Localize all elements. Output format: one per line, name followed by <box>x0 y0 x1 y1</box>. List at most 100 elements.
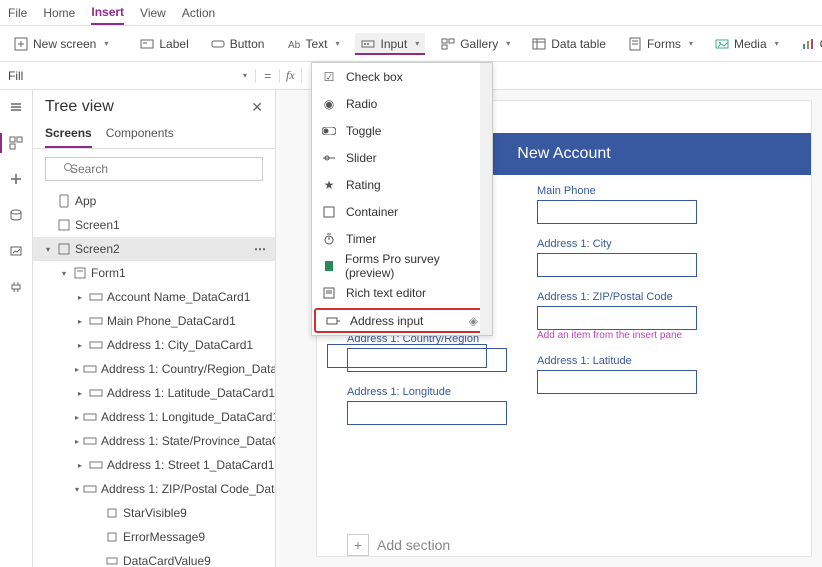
diamond-icon: ◈ <box>469 314 478 328</box>
tree-sub[interactable]: ▸StarVisible9 <box>33 501 275 525</box>
forms-icon <box>628 37 642 51</box>
dropdown-richtext[interactable]: Rich text editor <box>312 279 492 306</box>
rail-advanced-icon[interactable] <box>7 278 25 296</box>
tree-panel: Tree view ✕ Screens Components ▸App ▸Scr… <box>33 90 276 567</box>
container-icon <box>322 206 336 218</box>
search-icon <box>63 162 75 174</box>
dropdown-toggle[interactable]: Toggle <box>312 117 492 144</box>
fx-label: fx <box>280 68 302 83</box>
tree-screen1[interactable]: ▸Screen1 <box>33 213 275 237</box>
menu-file[interactable]: File <box>8 2 27 24</box>
rail-hamburger-icon[interactable] <box>7 98 25 116</box>
menu-home[interactable]: Home <box>43 2 75 24</box>
plus-icon: + <box>347 534 369 556</box>
dropdown-rating[interactable]: ★Rating <box>312 171 492 198</box>
input-button[interactable]: Input <box>355 33 425 55</box>
menu-insert[interactable]: Insert <box>91 1 124 25</box>
tree-card[interactable]: ▸Main Phone_DataCard1 <box>33 309 275 333</box>
search-input[interactable] <box>45 157 263 181</box>
gallery-button[interactable]: Gallery <box>435 33 516 55</box>
datatable-icon <box>532 37 546 51</box>
rail-insert-icon[interactable] <box>7 170 25 188</box>
field-input[interactable] <box>327 344 487 368</box>
radio-icon: ◉ <box>322 97 336 111</box>
dropdown-slider[interactable]: Slider <box>312 144 492 171</box>
label-button[interactable]: Label <box>134 33 194 55</box>
close-icon[interactable]: ✕ <box>251 99 263 116</box>
toggle-icon <box>322 127 336 135</box>
datatable-button[interactable]: Data table <box>526 33 612 55</box>
toolbar: New screen Label Button Abc Text Input G… <box>0 26 822 62</box>
timer-icon <box>322 233 336 245</box>
field-input[interactable] <box>537 253 697 277</box>
new-screen-button[interactable]: New screen <box>8 33 114 55</box>
slider-icon <box>322 154 336 162</box>
tree-card[interactable]: ▾Address 1: ZIP/Postal Code_DataCard1 <box>33 477 275 501</box>
tree-card[interactable]: ▸Address 1: Longitude_DataCard1 <box>33 405 275 429</box>
button-button[interactable]: Button <box>205 33 271 55</box>
menubar: File Home Insert View Action <box>0 0 822 26</box>
dropdown-radio[interactable]: ◉Radio <box>312 90 492 117</box>
field-label: Main Phone <box>537 185 697 197</box>
text-button[interactable]: Abc Text <box>280 33 345 55</box>
tab-components[interactable]: Components <box>106 120 174 148</box>
star-icon: ★ <box>322 178 336 192</box>
dropdown-formspro[interactable]: Forms Pro survey (preview) <box>312 252 492 279</box>
svg-text:Abc: Abc <box>288 40 300 51</box>
forms-pro-icon <box>322 260 335 272</box>
rail-data-icon[interactable] <box>7 206 25 224</box>
field-label: Address 1: ZIP/Postal Code <box>537 291 697 303</box>
tree-list: ▸App ▸Screen1 ▾Screen2⋯ ▾Form1 ▸Account … <box>33 189 275 567</box>
tree-card[interactable]: ▸Address 1: State/Province_DataCard1 <box>33 429 275 453</box>
menu-view[interactable]: View <box>140 2 166 24</box>
richtext-icon <box>322 287 336 299</box>
insert-hint: Add an item from the insert pane <box>537 330 697 341</box>
tree-form1[interactable]: ▾Form1 <box>33 261 275 285</box>
tree-app[interactable]: ▸App <box>33 189 275 213</box>
charts-button[interactable]: Charts <box>795 33 822 55</box>
rail-media-icon[interactable] <box>7 242 25 260</box>
dropdown-timer[interactable]: Timer <box>312 225 492 252</box>
tree-card[interactable]: ▸Address 1: Street 1_DataCard1 <box>33 453 275 477</box>
menu-action[interactable]: Action <box>182 2 215 24</box>
left-rail <box>0 90 33 567</box>
field-label: Address 1: Longitude <box>347 386 507 398</box>
add-section-button[interactable]: + Add section <box>347 534 450 556</box>
checkbox-icon: ☑ <box>322 70 336 84</box>
tree-card[interactable]: ▸Account Name_DataCard1 <box>33 285 275 309</box>
label-icon <box>140 37 154 51</box>
tree-screen2[interactable]: ▾Screen2⋯ <box>33 237 275 261</box>
dropdown-scrollbar[interactable] <box>480 63 492 335</box>
tree-sub[interactable]: ▸DataCardValue9 <box>33 549 275 567</box>
tree-card[interactable]: ▸Address 1: Latitude_DataCard1 <box>33 381 275 405</box>
media-icon <box>715 37 729 51</box>
field-input[interactable] <box>347 401 507 425</box>
gallery-icon <box>441 37 455 51</box>
tree-sub[interactable]: ▸ErrorMessage9 <box>33 525 275 549</box>
dropdown-address-input[interactable]: Address input◈ <box>314 308 490 333</box>
text-icon: Abc <box>286 37 300 51</box>
media-button[interactable]: Media <box>709 33 785 55</box>
forms-button[interactable]: Forms <box>622 33 699 55</box>
dropdown-container[interactable]: Container <box>312 198 492 225</box>
field-label: Address 1: Latitude <box>537 355 697 367</box>
search-box <box>45 157 263 181</box>
rail-tree-icon[interactable] <box>7 134 25 152</box>
input-dropdown: ☑Check box ◉Radio Toggle Slider ★Rating … <box>311 62 493 336</box>
input-icon <box>361 37 375 51</box>
field-input[interactable] <box>537 200 697 224</box>
field-label: Address 1: City <box>537 238 697 250</box>
field-input[interactable] <box>537 306 697 330</box>
charts-icon <box>801 37 815 51</box>
field-input[interactable] <box>537 370 697 394</box>
new-screen-icon <box>14 37 28 51</box>
tab-screens[interactable]: Screens <box>45 120 92 148</box>
property-selector[interactable]: Fill ▾ <box>0 69 256 83</box>
tree-card[interactable]: ▸Address 1: City_DataCard1 <box>33 333 275 357</box>
equals-sign: = <box>256 69 280 83</box>
tree-title: Tree view <box>45 98 114 116</box>
address-icon <box>326 316 340 326</box>
dropdown-checkbox[interactable]: ☑Check box <box>312 63 492 90</box>
more-icon[interactable]: ⋯ <box>254 242 267 256</box>
tree-card[interactable]: ▸Address 1: Country/Region_DataCard1 <box>33 357 275 381</box>
